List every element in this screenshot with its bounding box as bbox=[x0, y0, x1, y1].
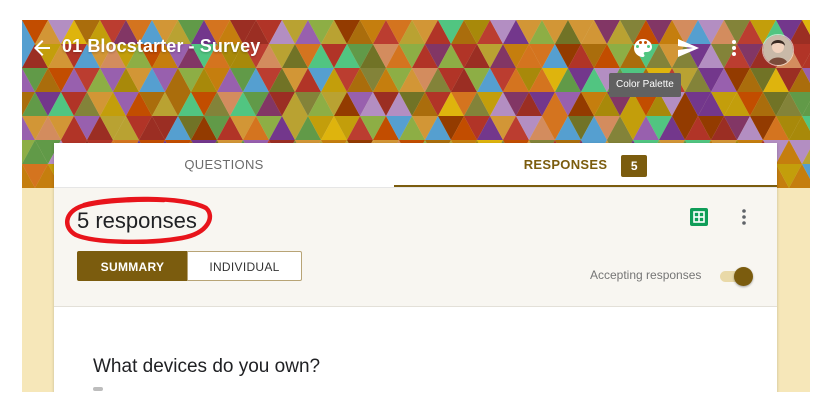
user-avatar-image bbox=[763, 35, 793, 65]
responses-count-badge: 5 bbox=[621, 154, 648, 177]
toggle-knob bbox=[734, 267, 753, 286]
avatar[interactable] bbox=[762, 34, 794, 66]
summary-view-button[interactable]: SUMMARY bbox=[77, 251, 188, 281]
question-title: What devices do you own? bbox=[93, 356, 321, 377]
question-subtext-cutoff bbox=[93, 387, 103, 391]
tab-responses-label: RESPONSES bbox=[523, 157, 608, 172]
palette-icon bbox=[634, 39, 652, 57]
accepting-responses-toggle[interactable] bbox=[718, 265, 754, 287]
more-vert-icon bbox=[742, 209, 746, 225]
sheets-icon bbox=[690, 208, 708, 226]
arrow-left-icon bbox=[34, 40, 50, 56]
responses-more-button[interactable] bbox=[734, 207, 754, 227]
app-frame: 01 Blocstarter - Survey Color Palette QU… bbox=[22, 20, 810, 392]
tab-bar: QUESTIONS RESPONSES 5 bbox=[54, 143, 777, 188]
tab-responses[interactable]: RESPONSES 5 bbox=[394, 143, 777, 187]
individual-view-button[interactable]: INDIVIDUAL bbox=[187, 251, 302, 281]
more-options-button[interactable] bbox=[722, 36, 746, 60]
accepting-responses-label: Accepting responses bbox=[590, 268, 702, 282]
form-title: 01 Blocstarter - Survey bbox=[62, 36, 261, 56]
more-vert-icon bbox=[732, 40, 736, 56]
form-card: QUESTIONS RESPONSES 5 5 responses SUMMAR… bbox=[54, 143, 777, 392]
top-app-bar: 01 Blocstarter - Survey Color Palette bbox=[22, 20, 810, 97]
create-spreadsheet-button[interactable] bbox=[689, 207, 709, 227]
color-palette-tooltip: Color Palette bbox=[609, 73, 681, 97]
tab-questions[interactable]: QUESTIONS bbox=[54, 143, 394, 187]
responses-count-title: 5 responses bbox=[77, 208, 197, 233]
back-button[interactable] bbox=[30, 36, 54, 60]
tab-questions-label: QUESTIONS bbox=[184, 157, 264, 172]
responses-header: 5 responses SUMMARY INDIVIDUAL Accepting… bbox=[54, 188, 777, 307]
color-palette-button[interactable] bbox=[631, 36, 655, 60]
send-button[interactable] bbox=[676, 36, 700, 60]
active-tab-indicator bbox=[394, 185, 777, 187]
send-icon bbox=[678, 39, 699, 57]
